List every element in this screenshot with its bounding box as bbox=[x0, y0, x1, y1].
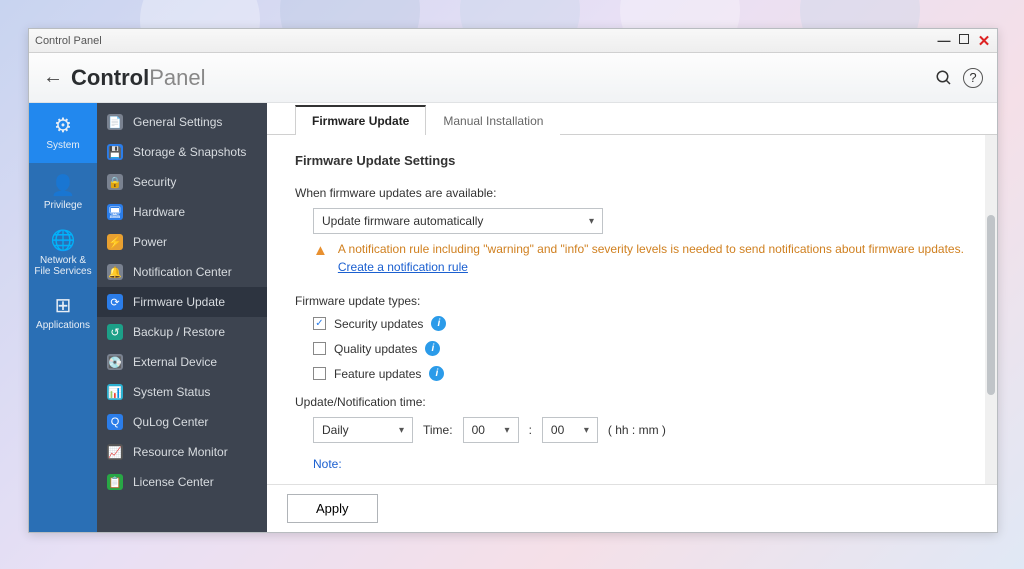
category-nav-item[interactable]: 🌐 Network & File Services bbox=[29, 223, 97, 283]
sidebar-icon: 🖥 bbox=[107, 204, 123, 220]
scrollbar-thumb[interactable] bbox=[987, 215, 995, 395]
vertical-scrollbar[interactable] bbox=[985, 135, 997, 484]
sidebar-item[interactable]: 📄 General Settings bbox=[97, 107, 267, 137]
sidebar-label: External Device bbox=[133, 355, 217, 369]
info-icon[interactable]: i bbox=[425, 341, 440, 356]
minimize-icon[interactable]: — bbox=[937, 34, 951, 48]
sidebar-item[interactable]: Q QuLog Center bbox=[97, 407, 267, 437]
tab[interactable]: Manual Installation bbox=[426, 106, 560, 135]
category-label: Privilege bbox=[44, 200, 82, 211]
hour-select[interactable]: 00 bbox=[463, 417, 519, 443]
sidebar-icon: 📋 bbox=[107, 474, 123, 490]
minute-select[interactable]: 00 bbox=[542, 417, 598, 443]
category-nav: ⚙ System 👤 Privilege 🌐 Network & File Service… bbox=[29, 103, 97, 532]
note-label: Note: bbox=[313, 457, 969, 471]
notification-warning: ▲ A notification rule including "warning… bbox=[313, 240, 969, 276]
sidebar-label: Hardware bbox=[133, 205, 185, 219]
app-title-bold: Control bbox=[71, 65, 149, 90]
quality-updates-checkbox[interactable] bbox=[313, 342, 326, 355]
close-icon[interactable]: ✕ bbox=[977, 34, 991, 48]
sidebar-icon: 📊 bbox=[107, 384, 123, 400]
sidebar-item[interactable]: 💽 External Device bbox=[97, 347, 267, 377]
sidebar-icon: ⚡ bbox=[107, 234, 123, 250]
category-label: Network & File Services bbox=[31, 255, 95, 277]
sidebar-icon: 🔔 bbox=[107, 264, 123, 280]
sidebar-label: Firmware Update bbox=[133, 295, 225, 309]
sidebar-icon: ↺ bbox=[107, 324, 123, 340]
sidebar-icon: 📄 bbox=[107, 114, 123, 130]
maximize-icon[interactable] bbox=[959, 34, 969, 44]
sidebar-icon: ⟳ bbox=[107, 294, 123, 310]
content-area: Firmware UpdateManual Installation Firmw… bbox=[267, 103, 997, 532]
settings-panel: Firmware Update Settings When firmware u… bbox=[267, 135, 997, 484]
sidebar-item[interactable]: ⟳ Firmware Update bbox=[97, 287, 267, 317]
security-updates-checkbox[interactable]: ✓ bbox=[313, 317, 326, 330]
info-icon[interactable]: i bbox=[431, 316, 446, 331]
category-label: System bbox=[46, 140, 79, 151]
sidebar-item[interactable]: 🖥 Hardware bbox=[97, 197, 267, 227]
sidebar-item[interactable]: 🔒 Security bbox=[97, 167, 267, 197]
footer-bar: Apply bbox=[267, 484, 997, 532]
sidebar-item[interactable]: ↺ Backup / Restore bbox=[97, 317, 267, 347]
sidebar-item[interactable]: 📈 Resource Monitor bbox=[97, 437, 267, 467]
category-icon: 👤 bbox=[51, 175, 76, 197]
create-notification-rule-link[interactable]: Create a notification rule bbox=[338, 260, 468, 274]
tab-bar: Firmware UpdateManual Installation bbox=[267, 103, 997, 135]
update-time-label: Update/Notification time: bbox=[295, 395, 969, 409]
category-icon: ⊞ bbox=[55, 295, 72, 317]
category-icon: ⚙ bbox=[54, 115, 72, 137]
help-icon[interactable]: ? bbox=[963, 68, 983, 88]
warning-icon: ▲ bbox=[313, 240, 328, 276]
sidebar-icon: 🔒 bbox=[107, 174, 123, 190]
sidebar-item[interactable]: 📋 License Center bbox=[97, 467, 267, 497]
sidebar-icon: 💾 bbox=[107, 144, 123, 160]
sidebar-label: License Center bbox=[133, 475, 214, 489]
app-header: ← ControlPanel ? bbox=[29, 53, 997, 103]
control-panel-window: Control Panel — ✕ ← ControlPanel ? ⚙ Syst… bbox=[28, 28, 998, 533]
back-arrow-icon[interactable]: ← bbox=[43, 66, 71, 89]
time-word: Time: bbox=[423, 423, 453, 437]
tab[interactable]: Firmware Update bbox=[295, 105, 426, 135]
sidebar-icon: Q bbox=[107, 414, 123, 430]
category-label: Applications bbox=[36, 320, 90, 331]
feature-updates-label: Feature updates bbox=[334, 367, 421, 381]
settings-sidebar: 📄 General Settings 💾 Storage & Snapshots 🔒 Se… bbox=[97, 103, 267, 532]
security-updates-label: Security updates bbox=[334, 317, 423, 331]
sidebar-label: General Settings bbox=[133, 115, 222, 129]
category-nav-item[interactable]: 👤 Privilege bbox=[29, 163, 97, 223]
sidebar-icon: 💽 bbox=[107, 354, 123, 370]
window-titlebar[interactable]: Control Panel — ✕ bbox=[29, 29, 997, 53]
sidebar-label: Resource Monitor bbox=[133, 445, 228, 459]
when-available-label: When firmware updates are available: bbox=[295, 186, 969, 200]
window-title: Control Panel bbox=[35, 35, 937, 47]
quality-updates-label: Quality updates bbox=[334, 342, 417, 356]
hhmm-hint: ( hh : mm ) bbox=[608, 423, 666, 437]
sidebar-item[interactable]: 💾 Storage & Snapshots bbox=[97, 137, 267, 167]
sidebar-label: Security bbox=[133, 175, 176, 189]
category-icon: 🌐 bbox=[51, 230, 76, 252]
search-icon[interactable] bbox=[931, 65, 957, 91]
sidebar-label: System Status bbox=[133, 385, 210, 399]
sidebar-icon: 📈 bbox=[107, 444, 123, 460]
sidebar-label: Backup / Restore bbox=[133, 325, 225, 339]
sidebar-label: Notification Center bbox=[133, 265, 232, 279]
apply-button[interactable]: Apply bbox=[287, 494, 378, 523]
feature-updates-checkbox[interactable] bbox=[313, 367, 326, 380]
sidebar-item[interactable]: 📊 System Status bbox=[97, 377, 267, 407]
info-icon[interactable]: i bbox=[429, 366, 444, 381]
app-title-light: Panel bbox=[149, 65, 205, 90]
app-title: ControlPanel bbox=[71, 65, 205, 91]
sidebar-item[interactable]: 🔔 Notification Center bbox=[97, 257, 267, 287]
sidebar-item[interactable]: ⚡ Power bbox=[97, 227, 267, 257]
update-types-label: Firmware update types: bbox=[295, 294, 969, 308]
section-title: Firmware Update Settings bbox=[295, 153, 969, 168]
frequency-select[interactable]: Daily bbox=[313, 417, 413, 443]
category-nav-item[interactable]: ⊞ Applications bbox=[29, 283, 97, 343]
category-nav-item[interactable]: ⚙ System bbox=[29, 103, 97, 163]
sidebar-label: QuLog Center bbox=[133, 415, 208, 429]
sidebar-label: Storage & Snapshots bbox=[133, 145, 246, 159]
sidebar-label: Power bbox=[133, 235, 167, 249]
when-available-select[interactable]: Update firmware automatically bbox=[313, 208, 603, 234]
